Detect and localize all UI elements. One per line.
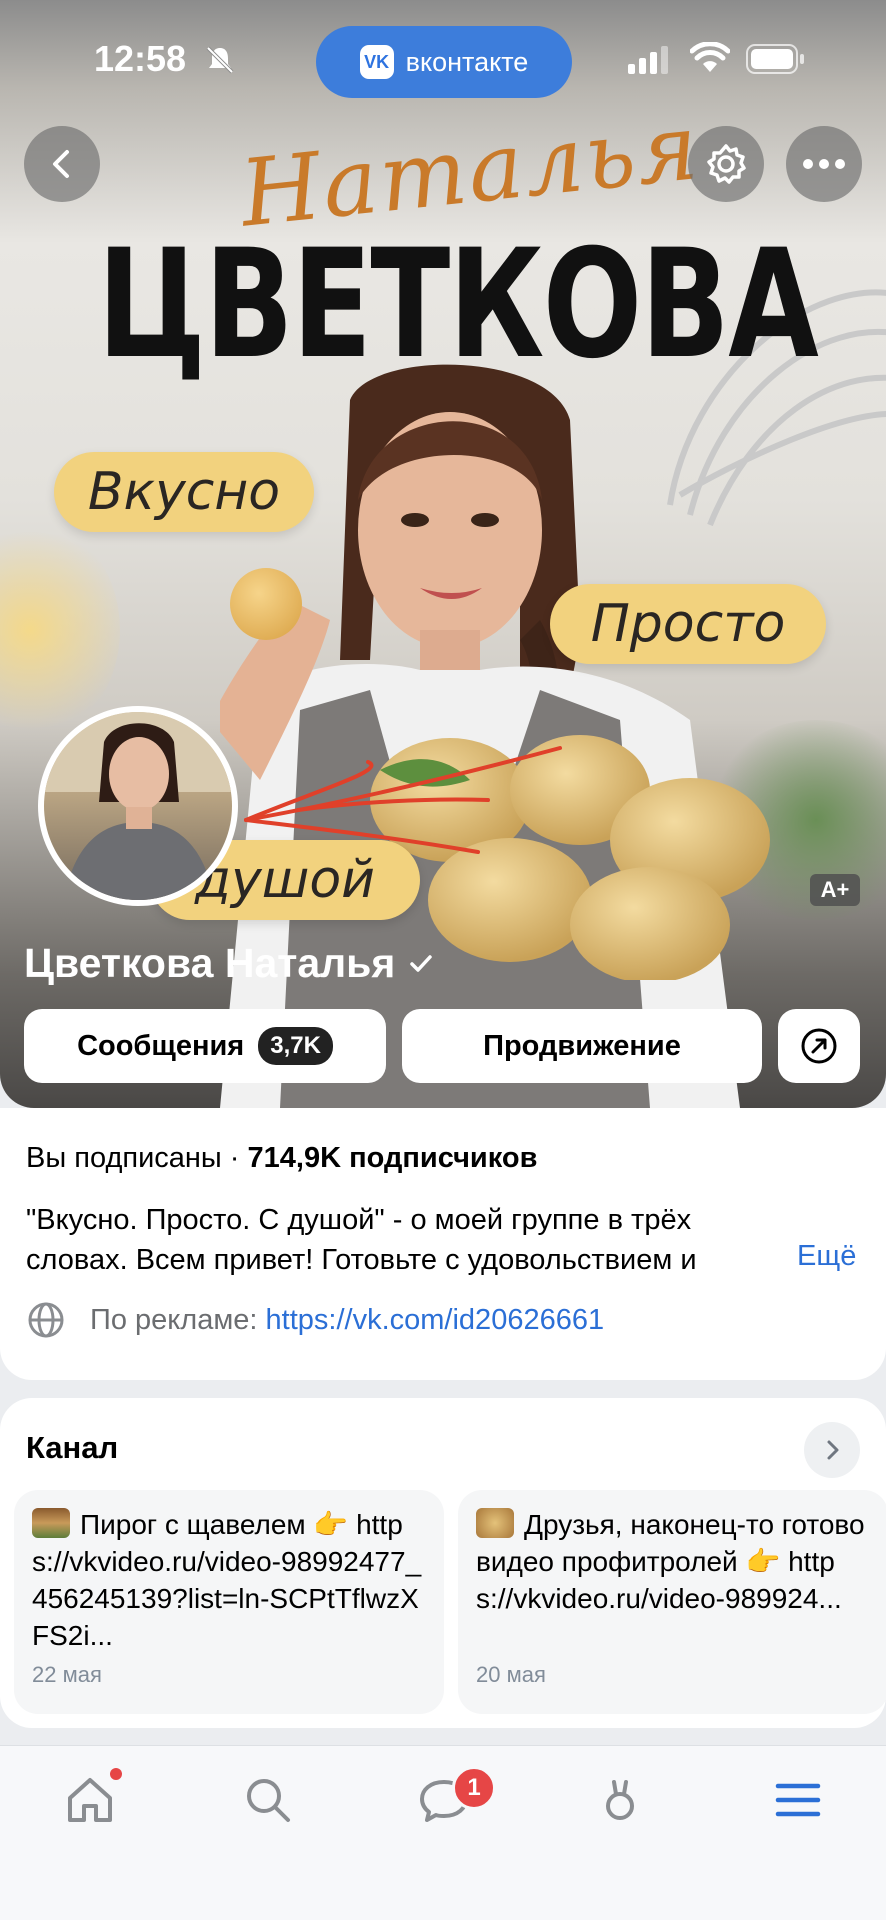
post-thumbnail (32, 1508, 70, 1538)
avatar-photo (44, 712, 232, 900)
vk-app-pill[interactable]: VK вконтакте (316, 26, 572, 98)
annotation-arrow (244, 746, 562, 854)
search-tab-icon[interactable] (240, 1772, 296, 1828)
cover-tag-simple: Просто (550, 584, 826, 664)
followers-count: 714,9K подписчиков (247, 1142, 538, 1174)
ad-link[interactable]: https://vk.com/id20626661 (266, 1304, 605, 1336)
cover-decor (0, 520, 120, 740)
messages-label: Сообщения (77, 1029, 245, 1062)
back-button[interactable] (24, 126, 100, 202)
channel-open-button[interactable] (804, 1422, 860, 1478)
profile-avatar[interactable] (38, 706, 238, 906)
description-line-2: словах. Всем привет! Готовьте с удовольс… (26, 1244, 697, 1276)
promotion-label: Продвижение (483, 1029, 681, 1062)
vk-app-label: вконтакте (405, 46, 529, 77)
messages-unread-badge: 1 (452, 1766, 496, 1810)
vk-logo-icon: VK (359, 45, 394, 79)
post-thumbnail (476, 1508, 514, 1538)
post-text: Друзья, наконец-то готово видео профитро… (476, 1509, 865, 1614)
promotion-button[interactable]: Продвижение (402, 1009, 762, 1083)
subscribers-line[interactable]: Вы подписаны · 714,9K подписчиков (26, 1142, 537, 1175)
more-options-button[interactable] (786, 126, 862, 202)
home-notification-dot (110, 1768, 122, 1780)
gear-icon (707, 144, 746, 184)
ad-label: По рекламе: (90, 1303, 258, 1336)
more-dots-icon (803, 159, 845, 169)
settings-button[interactable] (688, 126, 764, 202)
messages-count-badge: 3,7K (258, 1027, 333, 1065)
avatar-portrait (44, 712, 232, 900)
home-tab-icon[interactable] (62, 1772, 118, 1828)
cover-tag-tasty: Вкусно (54, 452, 314, 532)
post-date: 22 мая (32, 1662, 102, 1687)
subscribed-status: Вы подписаны · (26, 1142, 248, 1174)
bell-muted-icon (206, 46, 234, 74)
description-line-1: "Вкусно. Просто. С душой" - о моей групп… (26, 1204, 692, 1236)
share-button[interactable] (778, 1009, 860, 1083)
verified-check-icon (410, 954, 433, 972)
profile-description: "Вкусно. Просто. С душой" - о моей групп… (26, 1200, 846, 1280)
status-bar: 12:58 VK вконтакте (0, 0, 886, 120)
profiterole-illustration (230, 568, 302, 640)
profile-name-row: Цветкова Наталья (24, 940, 435, 987)
channel-post[interactable]: Друзья, наконец-то готово видео профитро… (458, 1490, 886, 1714)
wifi-icon (690, 42, 730, 72)
messages-button[interactable]: Сообщения 3,7K (24, 1009, 386, 1083)
share-arrow-icon (801, 1028, 837, 1064)
channel-title[interactable]: Канал (26, 1430, 118, 1466)
post-text: Пирог с щавелем 👉 https://vkvideo.ru/vid… (32, 1509, 422, 1651)
post-date: 20 мая (476, 1662, 546, 1687)
clips-tab-icon[interactable] (592, 1772, 648, 1828)
ad-contact-row: По рекламе: https://vk.com/id20626661 (26, 1300, 604, 1340)
chevron-right-icon (827, 1440, 839, 1460)
menu-tab-icon[interactable] (770, 1772, 826, 1828)
chevron-left-icon (53, 150, 69, 178)
vk-profile-screen: Наталья ЦВЕТКОВА Вкусно Просто душой A+ … (0, 0, 886, 1920)
globe-icon (28, 1302, 64, 1338)
signal-icon (628, 46, 668, 74)
profile-name: Цветкова Наталья (24, 940, 396, 986)
battery-icon (746, 44, 804, 74)
channel-post[interactable]: Пирог с щавелем 👉 https://vkvideo.ru/vid… (14, 1490, 444, 1714)
status-time: 12:58 (94, 38, 187, 79)
age-rating-badge: A+ (810, 874, 860, 906)
show-more-link[interactable]: Ещё (797, 1240, 856, 1273)
